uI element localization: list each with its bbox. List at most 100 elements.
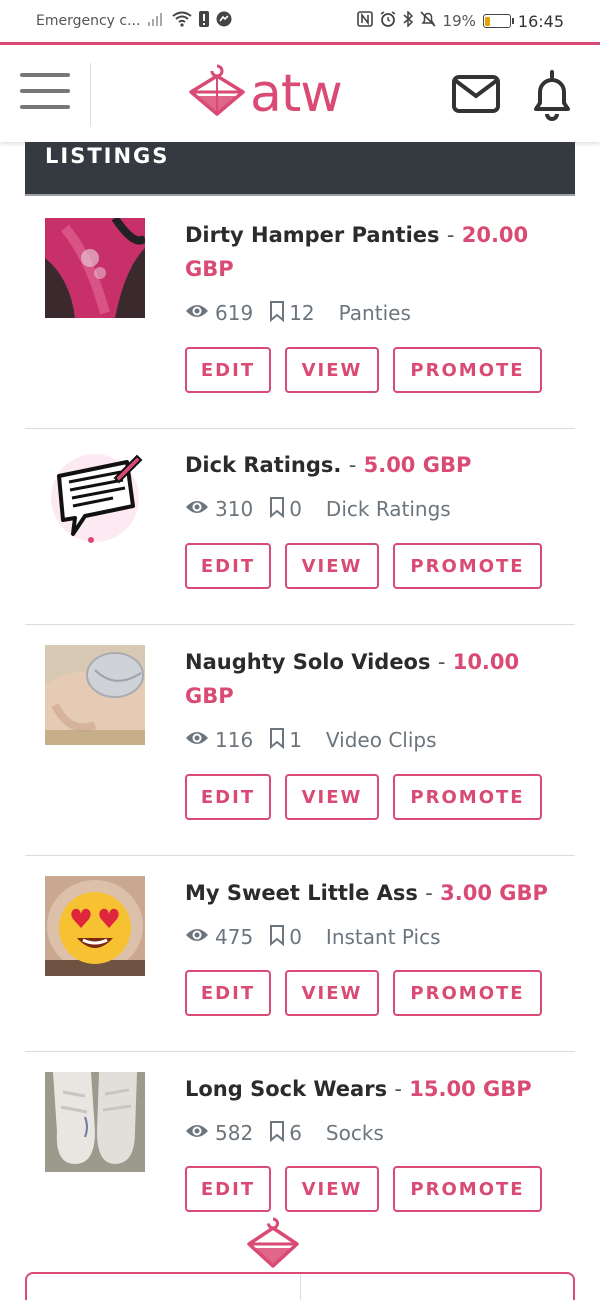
listing-title[interactable]: Naughty Solo Videos - 10.00 GBP [185,645,555,713]
status-right: 19% 16:45 [356,10,564,31]
listing-category: Panties [338,301,411,325]
footer-panel [25,1272,575,1300]
promote-button[interactable]: PROMOTE [393,774,542,820]
eye-icon [185,728,209,752]
app-header: atw [0,42,600,142]
clock: 16:45 [517,11,564,31]
edit-button[interactable]: EDIT [185,347,271,393]
listing-thumbnail[interactable] [45,1072,145,1172]
listing-category: Instant Pics [325,925,441,949]
bluetooth-icon [403,10,413,31]
listing-actions: EDIT VIEW PROMOTE [185,774,542,820]
footer-divider [300,1274,301,1300]
eye-icon [185,497,209,521]
eye-icon [185,301,209,325]
listing-category: Socks [325,1121,384,1145]
listing-actions: EDIT VIEW PROMOTE [185,543,542,589]
menu-button[interactable] [20,73,70,113]
menu-line [20,105,70,109]
listing-name: Dirty Hamper Panties [185,223,440,247]
menu-line [20,89,70,93]
view-count: 582 [215,1121,254,1145]
listing-divider [25,1051,575,1052]
listing-name: My Sweet Little Ass [185,881,418,905]
title-separator: - [446,223,455,247]
view-count: 310 [215,497,254,521]
edit-button[interactable]: EDIT [185,970,271,1016]
view-count: 475 [215,925,254,949]
hanger-icon [188,62,246,126]
listings-header: LISTINGS [25,142,575,196]
listing-actions: EDIT VIEW PROMOTE [185,1166,542,1212]
listing-title[interactable]: Long Sock Wears - 15.00 GBP [185,1072,555,1106]
messages-button[interactable] [452,75,500,113]
wifi-icon [172,11,193,31]
listing-price: 20.00 [461,223,529,247]
signal-icon [147,12,165,30]
listing-stats: 582 6 Socks [185,1118,384,1148]
view-button[interactable]: VIEW [285,970,379,1016]
listing-thumbnail[interactable] [45,448,145,548]
listing-currency: GBP [185,257,234,281]
speech-bubble-icon [45,454,145,548]
listing-divider [25,855,575,856]
view-button[interactable]: VIEW [285,347,379,393]
battery-percent: 19% [442,12,476,30]
menu-line [20,73,70,77]
view-button[interactable]: VIEW [285,543,379,589]
listing-name: Naughty Solo Videos [185,650,431,674]
listing-category: Video Clips [325,728,437,752]
title-separator: - [425,881,433,905]
edit-button[interactable]: EDIT [185,1166,271,1212]
promote-button[interactable]: PROMOTE [393,347,542,393]
footer-hanger-icon [246,1216,300,1274]
bookmark-icon [269,924,285,951]
bookmark-count: 12 [289,301,315,325]
listing-name: Dick Ratings. [185,453,342,477]
listing-stats: 475 0 Instant Pics [185,922,440,952]
battery-icon [482,14,514,28]
eye-icon [185,1121,209,1145]
bookmark-count: 0 [289,925,302,949]
listing-price: 10.00 [452,650,520,674]
carrier-label: Emergency c... [36,13,141,29]
title-separator: - [348,453,357,477]
listing-title[interactable]: Dirty Hamper Panties - 20.00 GBP [185,218,555,286]
status-bar: Emergency c... 19% 16:45 [0,0,600,42]
listing-thumbnail[interactable] [45,876,145,976]
listing-stats: 310 0 Dick Ratings [185,494,451,524]
notifications-button[interactable] [528,69,576,121]
nfc-icon [356,11,373,31]
listing-stats: 619 12 Panties [185,298,411,328]
listing-thumbnail[interactable] [45,218,145,318]
status-left: Emergency c... [36,11,232,31]
envelope-icon [452,75,500,117]
messenger-icon [216,11,232,31]
promote-button[interactable]: PROMOTE [393,1166,542,1212]
listing-price: 15.00 GBP [409,1077,532,1101]
bookmark-count: 1 [289,728,302,752]
listing-price: 3.00 GBP [440,881,548,905]
edit-button[interactable]: EDIT [185,543,271,589]
promote-button[interactable]: PROMOTE [393,970,542,1016]
listing-title[interactable]: Dick Ratings. - 5.00 GBP [185,448,555,482]
title-separator: - [437,650,446,674]
listing-actions: EDIT VIEW PROMOTE [185,970,542,1016]
bookmark-icon [269,727,285,754]
bookmark-count: 0 [289,497,302,521]
mute-icon [419,11,436,31]
edit-button[interactable]: EDIT [185,774,271,820]
section-title: LISTINGS [45,144,170,168]
header-divider [90,63,91,127]
view-button[interactable]: VIEW [285,774,379,820]
view-button[interactable]: VIEW [285,1166,379,1212]
promote-button[interactable]: PROMOTE [393,543,542,589]
view-count: 619 [215,301,254,325]
bookmark-count: 6 [289,1121,302,1145]
logo[interactable]: atw [188,59,343,129]
listing-thumbnail[interactable] [45,645,145,745]
alarm-icon [380,11,396,31]
title-separator: - [394,1077,402,1101]
listing-title[interactable]: My Sweet Little Ass - 3.00 GBP [185,876,555,910]
bookmark-icon [269,1120,285,1147]
